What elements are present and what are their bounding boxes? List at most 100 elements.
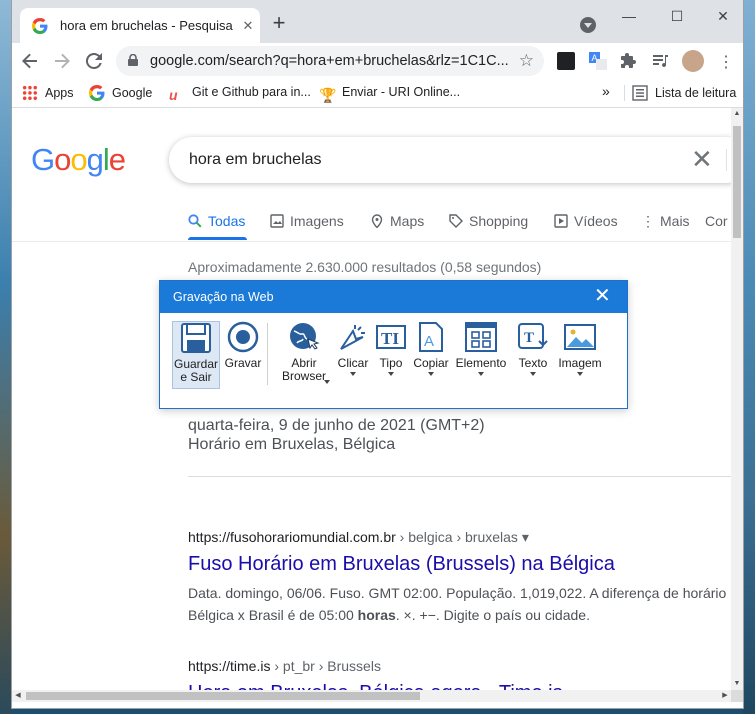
image-button[interactable]: Imagem bbox=[556, 321, 604, 376]
media-control-icon[interactable] bbox=[652, 52, 670, 70]
forward-button[interactable] bbox=[48, 47, 76, 75]
horizontal-scroll-thumb[interactable] bbox=[26, 692, 420, 700]
tab-imagens[interactable]: Imagens bbox=[270, 213, 344, 229]
google-favicon-icon bbox=[32, 18, 48, 34]
search-input[interactable]: hora em bruchelas bbox=[189, 151, 322, 169]
browser-toolbar: google.com/search?q=hora+em+bruchelas&rl… bbox=[12, 43, 743, 79]
web-recorder-title: Gravação na Web bbox=[173, 290, 274, 304]
copy-document-icon: A bbox=[419, 322, 443, 352]
reload-icon bbox=[85, 52, 102, 69]
browser-menu-icon[interactable]: ⋮ bbox=[717, 52, 735, 71]
answer-divider bbox=[188, 476, 731, 477]
svg-text:A: A bbox=[424, 333, 434, 350]
recorder-divider bbox=[267, 323, 268, 385]
chevron-down-icon bbox=[388, 372, 394, 376]
bookmarks-bar: Apps Google u Git e Github para in... 🏆 En… bbox=[12, 79, 743, 108]
maximize-button[interactable]: ☐ bbox=[657, 6, 697, 26]
tab-close-icon[interactable]: ✕ bbox=[238, 16, 258, 36]
tab-cor[interactable]: Cor bbox=[705, 213, 728, 229]
open-browser-button[interactable]: Abrir Browser bbox=[276, 321, 332, 384]
click-button[interactable]: Clicar bbox=[336, 321, 370, 376]
record-button[interactable]: Gravar bbox=[224, 321, 262, 370]
tabs-divider bbox=[12, 241, 731, 242]
scroll-up-arrow-icon[interactable]: ▲ bbox=[731, 108, 743, 120]
bookmark-uri-online[interactable]: 🏆 Enviar - URI Online... bbox=[319, 85, 460, 103]
bookmark-apps[interactable]: Apps bbox=[22, 85, 74, 101]
browser-tab[interactable]: hora em bruchelas - Pesquisa Go ✕ bbox=[20, 8, 260, 43]
text-button[interactable]: T Texto bbox=[514, 321, 552, 376]
answer-place: Horário em Bruxelas, Bélgica bbox=[188, 436, 396, 453]
new-tab-button[interactable]: + bbox=[268, 12, 290, 34]
bookmark-git-github[interactable]: u Git e Github para in... bbox=[169, 85, 311, 103]
horizontal-scrollbar[interactable]: ◀ ▶ bbox=[12, 690, 731, 702]
apps-grid-icon bbox=[22, 85, 38, 101]
svg-text:T: T bbox=[524, 330, 534, 346]
tab-videos[interactable]: Vídeos bbox=[554, 213, 618, 229]
back-button[interactable] bbox=[16, 47, 44, 75]
bookmark-star-icon[interactable]: ☆ bbox=[519, 51, 534, 71]
reload-button[interactable] bbox=[80, 47, 108, 75]
result-title-link[interactable]: Hora em Bruxelas, Bélgica agora - Time.i… bbox=[188, 682, 563, 690]
element-button[interactable]: Elemento bbox=[454, 321, 508, 376]
bookmark-google[interactable]: Google bbox=[89, 85, 152, 101]
scroll-down-arrow-icon[interactable]: ▼ bbox=[731, 678, 743, 690]
scrollbar-corner bbox=[731, 690, 743, 702]
tab-title: hora em bruchelas - Pesquisa Go bbox=[60, 18, 236, 33]
bookmarks-overflow-button[interactable]: » bbox=[602, 83, 610, 99]
element-window-icon bbox=[465, 322, 497, 352]
copy-button[interactable]: A Copiar bbox=[412, 321, 450, 376]
minimize-button[interactable]: — bbox=[609, 6, 649, 26]
map-pin-icon bbox=[371, 214, 383, 228]
floppy-disk-icon bbox=[181, 323, 211, 353]
tab-maps[interactable]: Maps bbox=[370, 213, 424, 229]
video-play-icon bbox=[554, 214, 568, 228]
tab-mais[interactable]: ⋮ Mais bbox=[641, 213, 690, 230]
trophy-icon: 🏆 bbox=[319, 87, 337, 103]
close-recorder-icon[interactable]: ✕ bbox=[594, 285, 611, 307]
type-button[interactable]: TI Tipo bbox=[374, 321, 408, 376]
search-icon bbox=[188, 214, 202, 228]
translate-extension-icon[interactable]: A bbox=[589, 52, 607, 70]
text-input-icon: TI bbox=[376, 325, 406, 349]
extensions-puzzle-icon[interactable] bbox=[620, 52, 638, 70]
svg-text:TI: TI bbox=[381, 329, 399, 348]
save-and-exit-button[interactable]: Guardar e Sair bbox=[172, 321, 220, 389]
address-bar[interactable]: google.com/search?q=hora+em+bruchelas&rl… bbox=[116, 46, 544, 76]
clear-search-icon[interactable]: ✕ bbox=[691, 146, 713, 172]
chevron-down-icon bbox=[577, 372, 583, 376]
record-icon bbox=[227, 321, 259, 353]
tag-icon bbox=[449, 214, 463, 228]
pointer-click-icon bbox=[340, 325, 365, 350]
bookmarks-divider bbox=[624, 85, 625, 101]
result-snippet: Data. domingo, 06/06. Fuso. GMT 02:00. P… bbox=[188, 585, 727, 601]
udemy-icon: u bbox=[169, 87, 178, 103]
chevron-down-icon bbox=[428, 372, 434, 376]
more-dots-icon: ⋮ bbox=[641, 213, 655, 229]
reading-list-icon bbox=[632, 85, 648, 101]
result-cite[interactable]: https://fusohorariomundial.com.br › belg… bbox=[188, 529, 529, 546]
result-cite[interactable]: https://time.is › pt_br › Brussels bbox=[188, 658, 381, 674]
tab-search-icon[interactable] bbox=[580, 17, 596, 33]
close-window-button[interactable]: ✕ bbox=[703, 6, 743, 26]
google-logo[interactable]: Google bbox=[31, 142, 126, 178]
tab-shopping[interactable]: Shopping bbox=[449, 213, 528, 229]
image-icon bbox=[270, 214, 284, 228]
search-box-divider bbox=[726, 149, 727, 171]
google-favicon-icon bbox=[89, 85, 105, 101]
extension-new-icon[interactable] bbox=[557, 52, 575, 70]
web-recorder-panel: Gravação na Web ✕ Guardar e Sair Gravar … bbox=[159, 280, 628, 409]
active-tab-indicator bbox=[188, 237, 247, 240]
text-extract-icon: T bbox=[518, 323, 548, 349]
chevron-down-icon bbox=[324, 380, 330, 384]
profile-avatar[interactable] bbox=[682, 50, 704, 72]
vertical-scrollbar[interactable]: ▲ ▼ bbox=[731, 108, 743, 690]
web-recorder-header: Gravação na Web ✕ bbox=[160, 281, 627, 313]
search-box[interactable]: hora em bruchelas ✕ bbox=[169, 137, 731, 183]
reading-list-button[interactable]: Lista de leitura bbox=[632, 85, 736, 101]
scroll-right-arrow-icon[interactable]: ▶ bbox=[719, 690, 731, 702]
result-stats: Aproximadamente 2.630.000 resultados (0,… bbox=[188, 259, 542, 275]
vertical-scroll-thumb[interactable] bbox=[733, 126, 741, 238]
scroll-left-arrow-icon[interactable]: ◀ bbox=[12, 690, 24, 702]
tab-todas[interactable]: Todas bbox=[188, 213, 245, 229]
result-title-link[interactable]: Fuso Horário em Bruxelas (Brussels) na B… bbox=[188, 553, 615, 576]
